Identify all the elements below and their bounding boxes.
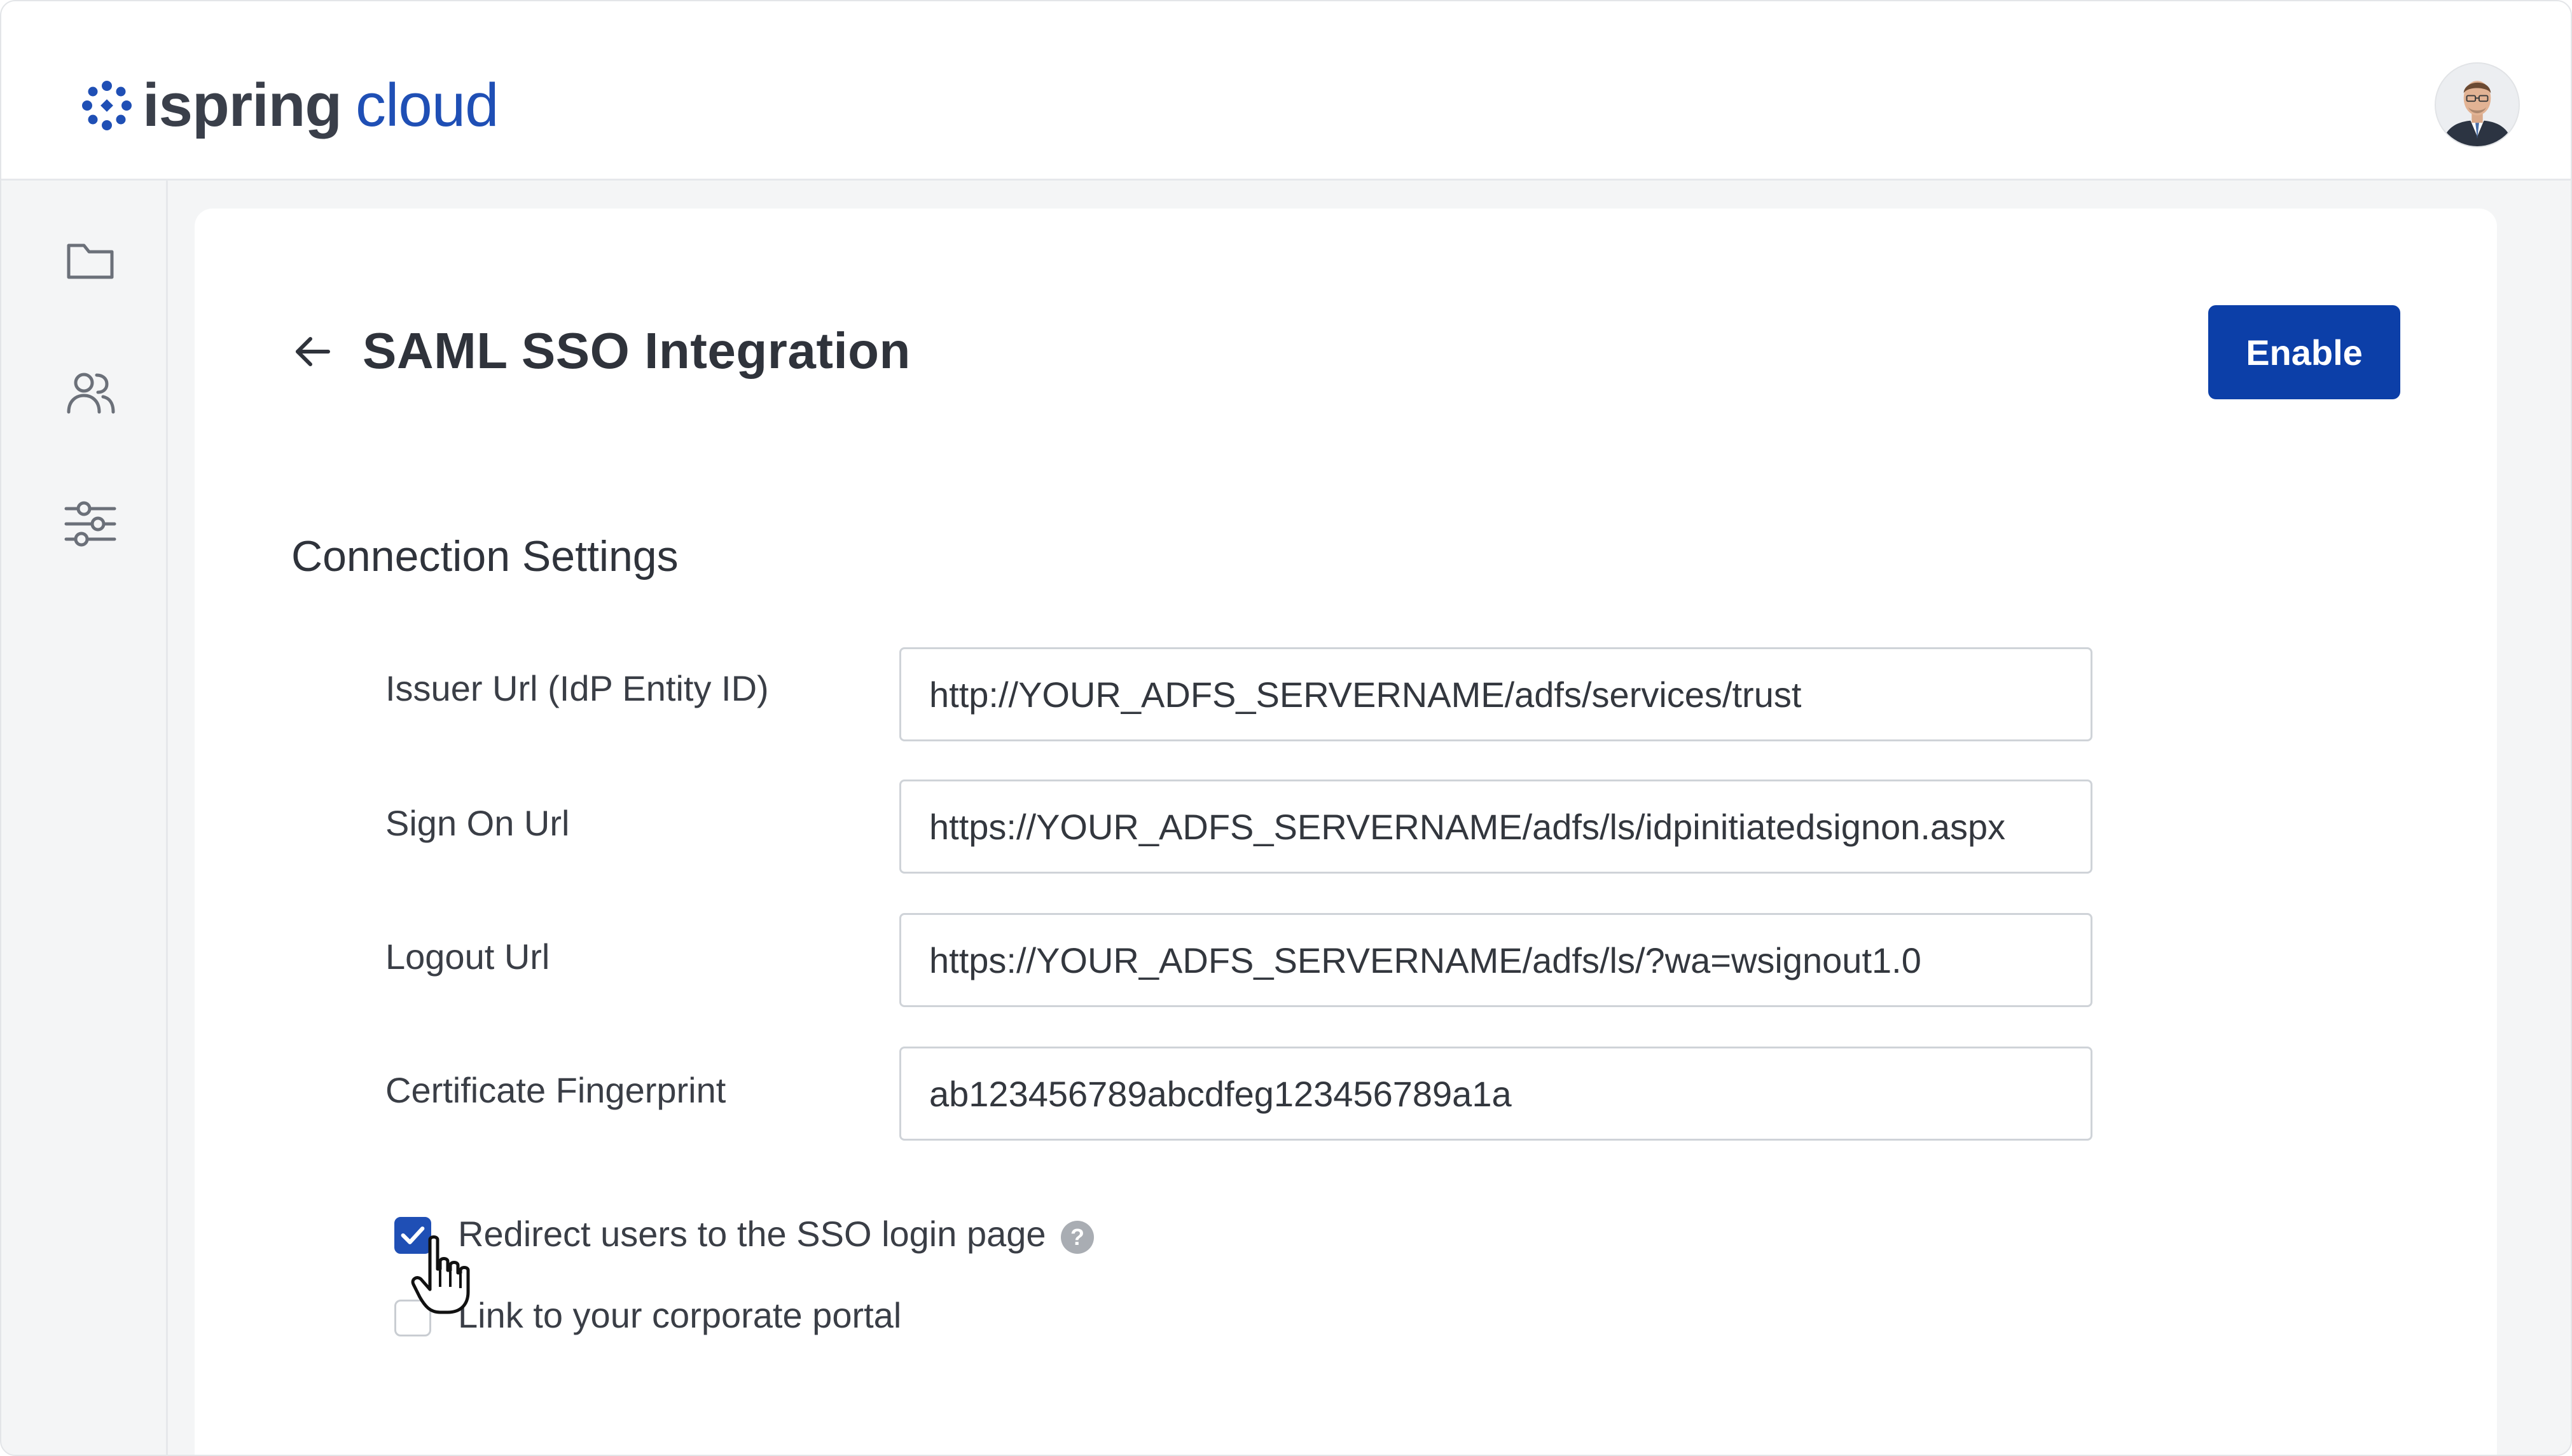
page-title: SAML SSO Integration xyxy=(363,322,911,379)
checkmark-icon xyxy=(401,1226,425,1244)
settings-sliders-icon[interactable] xyxy=(62,496,118,552)
redirect-sso-label[interactable]: Redirect users to the SSO login page xyxy=(458,1213,1046,1254)
top-header: ispring cloud xyxy=(1,1,2571,181)
user-avatar-icon xyxy=(2436,64,2519,146)
arrow-left-icon[interactable] xyxy=(290,329,335,374)
enable-button[interactable]: Enable xyxy=(2208,305,2400,399)
logout-url-input[interactable] xyxy=(899,913,2092,1007)
certificate-fingerprint-label: Certificate Fingerprint xyxy=(385,1070,726,1110)
users-icon[interactable] xyxy=(62,365,118,421)
left-sidebar xyxy=(1,181,168,1455)
ispring-logo-icon xyxy=(82,81,132,130)
connection-settings-heading: Connection Settings xyxy=(291,532,679,580)
sso-settings-card: SAML SSO Integration Enable Connection S… xyxy=(195,209,2497,1455)
certificate-fingerprint-input[interactable] xyxy=(899,1047,2092,1141)
ispring-cloud-logo[interactable]: ispring cloud xyxy=(81,67,499,144)
logo-word-ispring: ispring xyxy=(142,71,342,139)
folder-icon[interactable] xyxy=(62,231,118,287)
sign-on-url-input[interactable] xyxy=(899,780,2092,874)
issuer-url-input[interactable] xyxy=(899,647,2092,741)
user-avatar[interactable] xyxy=(2435,62,2520,148)
app-window: ispring cloud SAML SSO Integration Enabl… xyxy=(0,0,2572,1456)
help-icon[interactable]: ? xyxy=(1061,1221,1094,1254)
logo-word-cloud: cloud xyxy=(356,71,499,139)
logout-url-label: Logout Url xyxy=(385,937,550,977)
logo-text: ispring cloud xyxy=(142,75,499,136)
sign-on-url-label: Sign On Url xyxy=(385,803,570,843)
corporate-portal-checkbox[interactable] xyxy=(394,1300,431,1336)
redirect-sso-checkbox[interactable] xyxy=(394,1217,431,1254)
issuer-url-label: Issuer Url (IdP Entity ID) xyxy=(385,668,769,708)
corporate-portal-label[interactable]: Link to your corporate portal xyxy=(458,1295,901,1336)
